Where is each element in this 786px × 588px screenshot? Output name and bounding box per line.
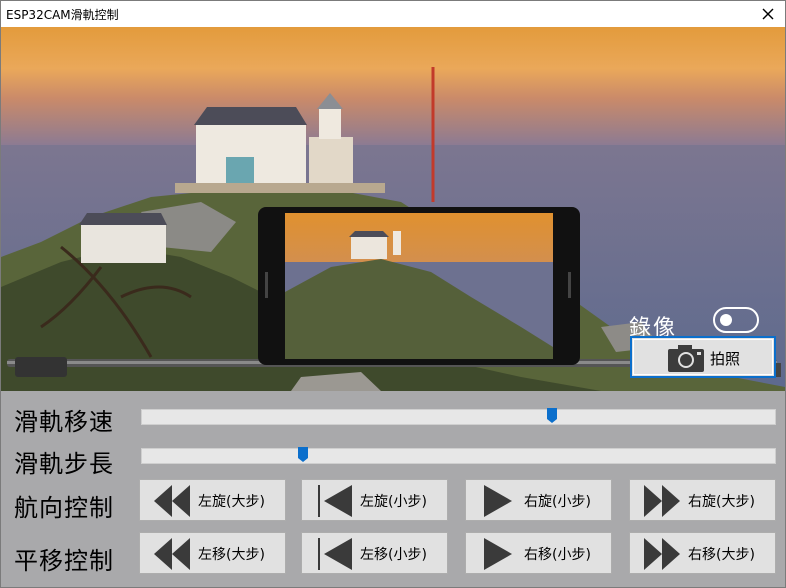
camera-icon (668, 345, 704, 372)
step-slider[interactable] (141, 447, 776, 464)
title-bar: ESP32CAM滑軌控制 (1, 1, 785, 27)
play-icon (484, 538, 512, 570)
speed-slider-thumb[interactable] (547, 408, 557, 424)
camera-view: 錄像 拍照 (1, 27, 785, 391)
move-right-small-label: 右移(小步) (524, 547, 591, 563)
translate-label: 平移控制 (14, 547, 114, 575)
move-right-large-button[interactable]: 右移(大步) (629, 532, 776, 574)
rotate-left-large-label: 左旋(大步) (198, 494, 265, 510)
rotate-left-small-label: 左旋(小步) (360, 494, 427, 510)
play-icon (484, 485, 512, 517)
skip-back-icon (318, 538, 352, 570)
rotate-right-small-label: 右旋(小步) (524, 494, 591, 510)
record-toggle[interactable] (713, 307, 759, 333)
move-left-small-label: 左移(小步) (360, 547, 427, 563)
move-right-small-button[interactable]: 右移(小步) (465, 532, 612, 574)
record-toggle-knob (720, 314, 732, 326)
move-left-small-button[interactable]: 左移(小步) (301, 532, 448, 574)
photo-button-label: 拍照 (710, 350, 741, 368)
fast-rewind-icon (154, 538, 190, 570)
skip-back-icon (318, 485, 352, 517)
rotate-left-small-button[interactable]: 左旋(小步) (301, 479, 448, 521)
rotate-right-small-button[interactable]: 右旋(小步) (465, 479, 612, 521)
step-label: 滑軌步長 (14, 450, 114, 478)
close-button[interactable] (757, 3, 779, 25)
move-right-large-label: 右移(大步) (688, 547, 755, 563)
window-title: ESP32CAM滑軌控制 (6, 8, 119, 22)
rotate-right-large-button[interactable]: 右旋(大步) (629, 479, 776, 521)
move-left-large-button[interactable]: 左移(大步) (139, 532, 286, 574)
speed-label: 滑軌移速 (14, 408, 114, 436)
close-icon (762, 8, 774, 20)
rotate-left-large-button[interactable]: 左旋(大步) (139, 479, 286, 521)
rotate-right-large-label: 右旋(大步) (688, 494, 755, 510)
app-window: ESP32CAM滑軌控制 錄像 拍照 滑軌移速 滑軌步長 航向控制 平移控制 左… (0, 0, 786, 588)
speed-slider[interactable] (141, 408, 776, 425)
heading-label: 航向控制 (14, 494, 114, 522)
fast-forward-icon (644, 538, 680, 570)
step-slider-thumb[interactable] (298, 447, 308, 463)
fast-rewind-icon (154, 485, 190, 517)
fast-forward-icon (644, 485, 680, 517)
move-left-large-label: 左移(大步) (198, 547, 265, 563)
photo-button[interactable]: 拍照 (630, 336, 776, 378)
